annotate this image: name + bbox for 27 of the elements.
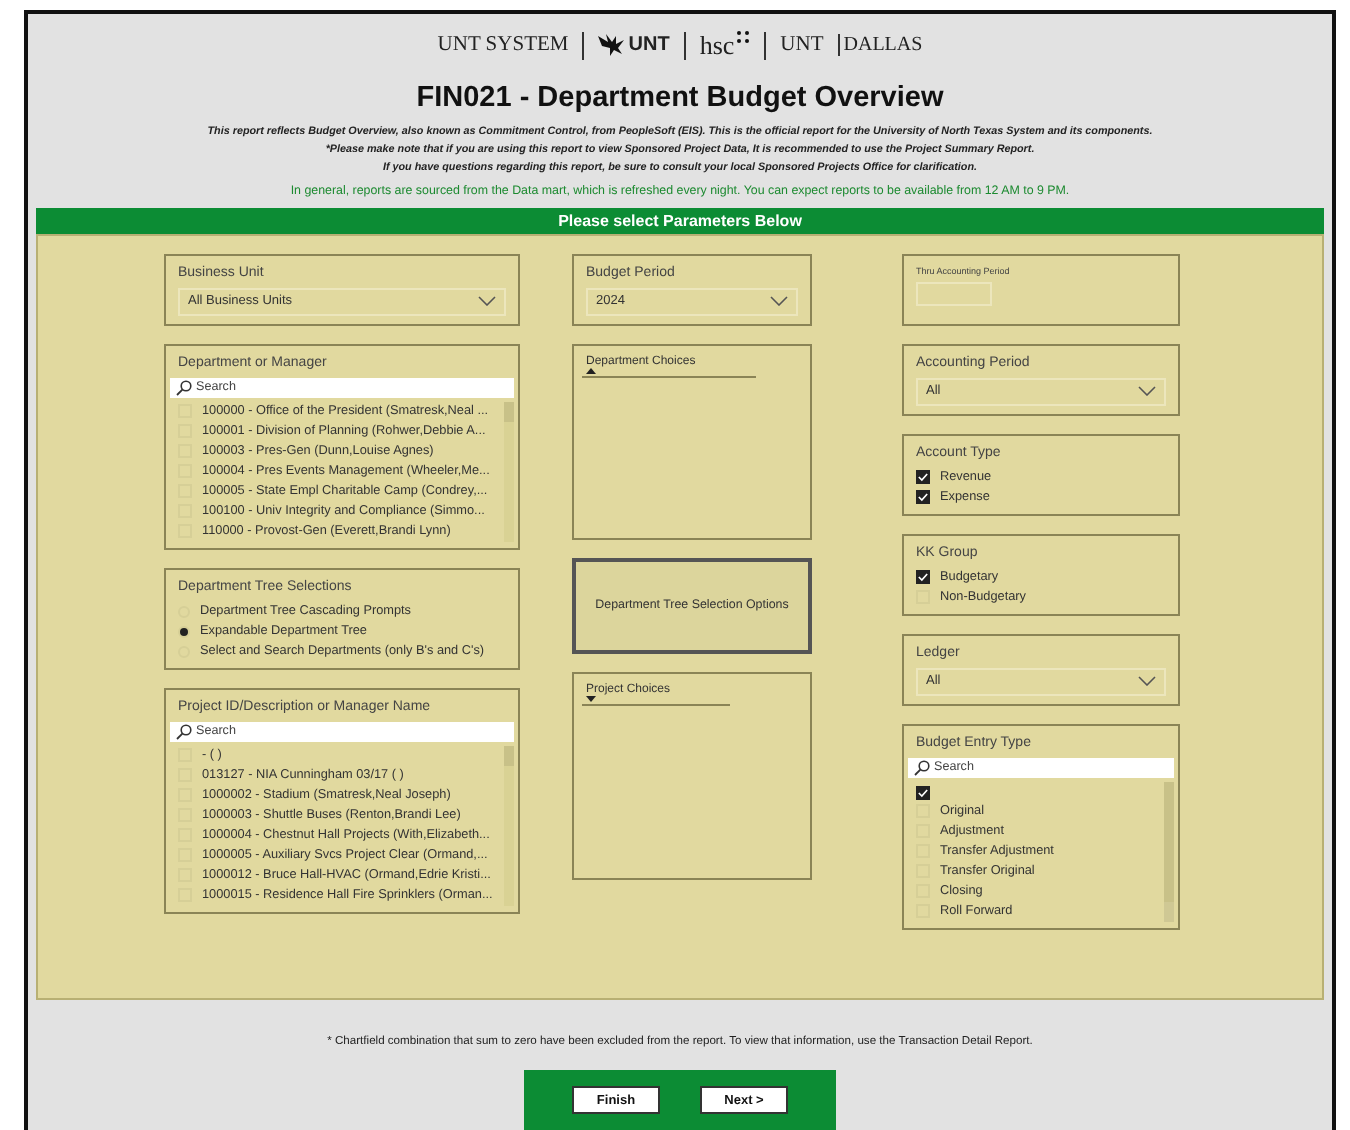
chevron-down-icon	[1138, 386, 1156, 397]
checkbox[interactable]	[916, 570, 930, 585]
scrollbar[interactable]	[504, 745, 514, 906]
logo-text: DALLAS	[843, 34, 923, 57]
chevron-down-icon	[770, 296, 788, 307]
dots-icon	[736, 30, 751, 45]
input-field[interactable]	[916, 281, 992, 306]
logo-text: UNT	[780, 34, 824, 57]
scrollbar[interactable]	[504, 401, 514, 542]
chevron-down-icon	[478, 296, 496, 307]
eagle-icon	[598, 34, 627, 57]
search-icon	[914, 759, 930, 776]
check-icon	[918, 572, 928, 583]
logo-text: UNT	[628, 34, 670, 57]
logo-text: hsc	[699, 29, 735, 62]
search-icon	[176, 723, 192, 740]
radio-button[interactable]	[178, 625, 190, 638]
checkbox[interactable]	[916, 785, 930, 800]
checkbox[interactable]	[916, 490, 930, 505]
report-title: FIN021 - Department Budget Overview	[416, 81, 944, 114]
checkbox[interactable]	[916, 470, 930, 485]
scrollbar[interactable]	[1164, 781, 1174, 922]
chevron-down-icon	[1138, 676, 1156, 687]
logo-text: UNT SYSTEM	[437, 34, 569, 57]
section-header: Please select Parameters Below	[36, 207, 1324, 234]
search-icon	[176, 379, 192, 396]
check-icon	[918, 787, 928, 798]
